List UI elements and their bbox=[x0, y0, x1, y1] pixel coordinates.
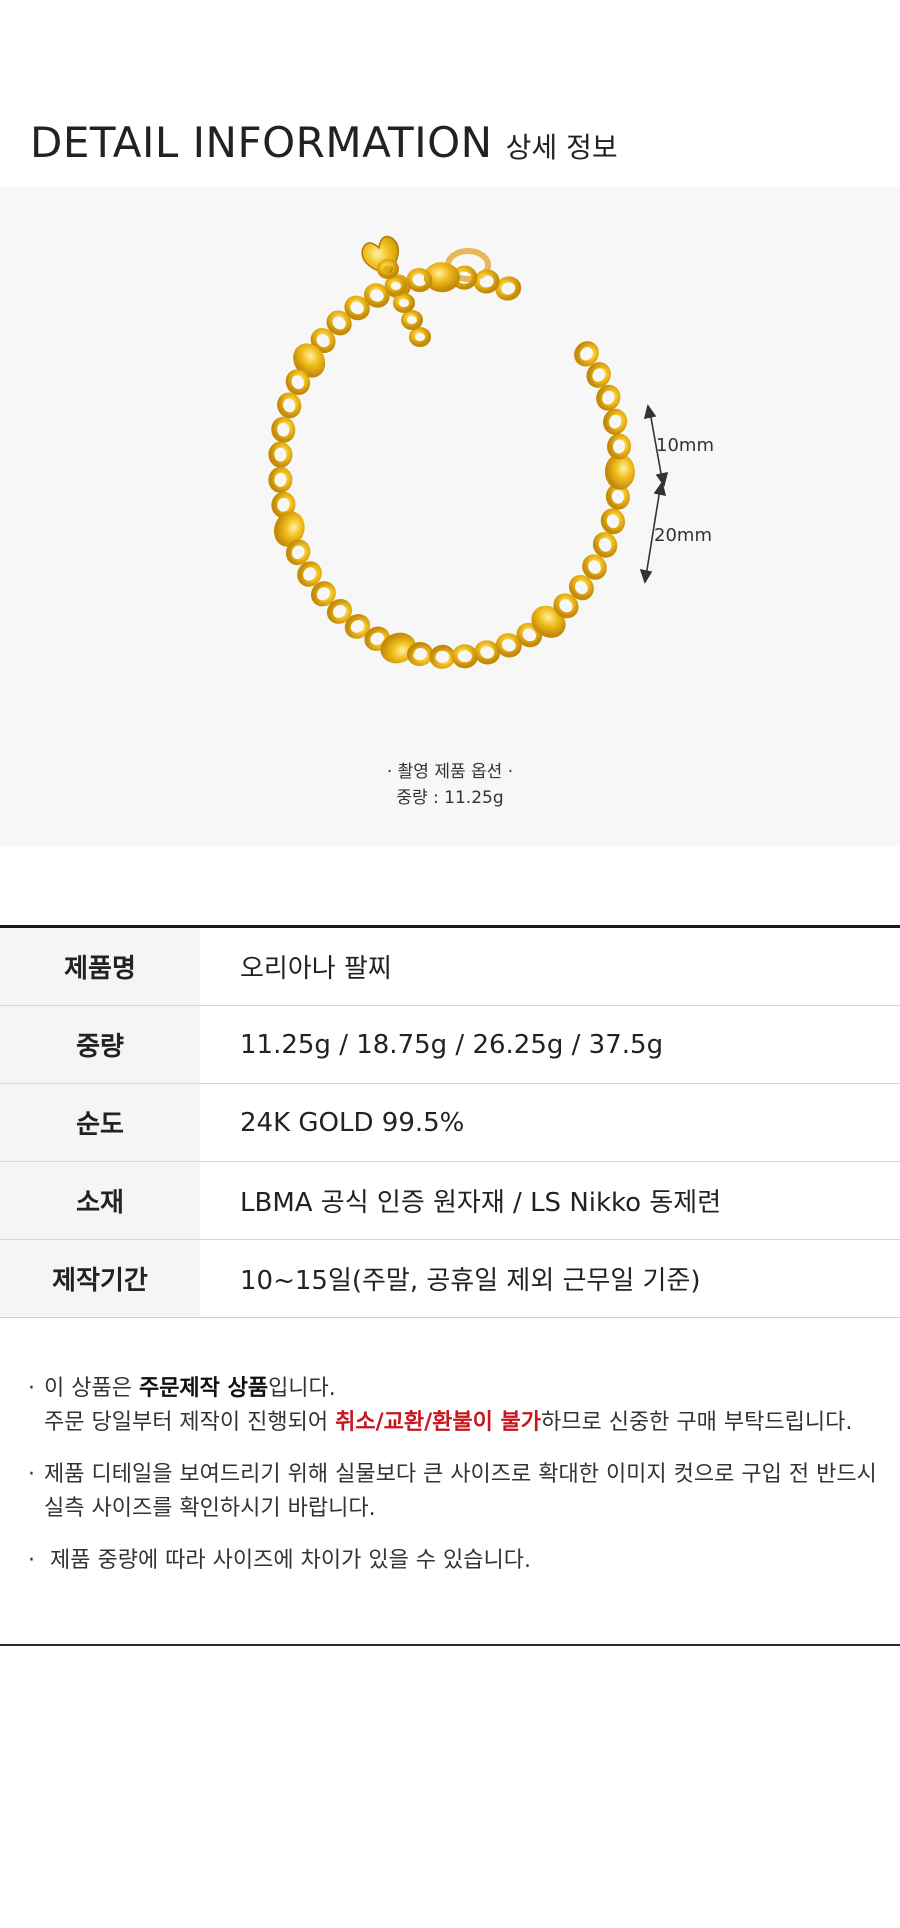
notice-text: 하므로 신중한 구매 부탁드립니다. bbox=[540, 1410, 853, 1435]
chain-link bbox=[451, 644, 478, 669]
chain-link bbox=[277, 392, 302, 419]
spec-value: 24K GOLD 99.5% bbox=[240, 1107, 465, 1138]
chain-link bbox=[600, 508, 625, 535]
chain-link bbox=[604, 453, 635, 490]
notice-item-custom-order: · 이 상품은 주문제작 상품입니다. 주문 당일부터 제작이 진행되어 취소/… bbox=[28, 1372, 878, 1440]
spec-row-name: 제품명 오리아나 팔찌 bbox=[0, 928, 900, 1005]
bottom-divider bbox=[0, 1644, 900, 1646]
spec-label: 순도 bbox=[0, 1084, 200, 1161]
dimension-label-large: 20mm bbox=[654, 525, 712, 546]
chain-link bbox=[409, 327, 431, 347]
chain-link bbox=[268, 466, 293, 493]
chain-link bbox=[429, 644, 456, 669]
dimension-label-small: 10mm bbox=[656, 435, 714, 456]
chain-link bbox=[385, 276, 407, 296]
notice-list: · 이 상품은 주문제작 상품입니다. 주문 당일부터 제작이 진행되어 취소/… bbox=[28, 1372, 878, 1596]
chain-link bbox=[407, 641, 433, 667]
notice-item-weight: · 제품 중량에 따라 사이즈에 차이가 있을 수 있습니다. bbox=[28, 1544, 878, 1578]
spec-label: 제품명 bbox=[0, 928, 200, 1005]
chain-link bbox=[406, 268, 433, 293]
chain-link bbox=[268, 441, 293, 468]
photo-caption-title: · 촬영 제품 옵션 · bbox=[386, 762, 514, 782]
spec-row-material: 소재 LBMA 공식 인증 원자재 / LS Nikko 동제련 bbox=[0, 1161, 900, 1239]
bullet: · bbox=[28, 1548, 35, 1573]
spec-value: 오리아나 팔찌 bbox=[240, 954, 392, 984]
bracelet-illustration bbox=[268, 235, 669, 669]
chain-link bbox=[401, 310, 423, 330]
product-photo: 10mm 20mm · 촬영 제품 옵션 · 중량 : 11.25g bbox=[0, 187, 900, 846]
chain-link bbox=[586, 362, 611, 388]
notice-warning: 취소/교환/환불이 불가 bbox=[335, 1410, 541, 1435]
notice-emphasis: 주문제작 상품 bbox=[138, 1376, 269, 1401]
title-english: DETAIL INFORMATION bbox=[30, 118, 493, 167]
spec-label: 제작기간 bbox=[0, 1240, 200, 1317]
chain-link bbox=[473, 269, 500, 294]
title-korean: 상세 정보 bbox=[505, 131, 618, 164]
notice-text: 제품 중량에 따라 사이즈에 차이가 있을 수 있습니다. bbox=[50, 1548, 531, 1573]
spec-value: 10~15일(주말, 공휴일 제외 근무일 기준) bbox=[240, 1266, 701, 1296]
spec-label: 중량 bbox=[0, 1006, 200, 1083]
chain-link bbox=[603, 408, 628, 435]
notice-text: 주문 당일부터 제작이 진행되어 bbox=[44, 1410, 336, 1435]
spec-row-weight: 중량 11.25g / 18.75g / 26.25g / 37.5g bbox=[0, 1005, 900, 1083]
chain-link bbox=[271, 416, 296, 443]
notice-text: 제품 디테일을 보여드리기 위해 실물보다 큰 사이즈로 확대한 이미지 컷으로… bbox=[44, 1462, 877, 1487]
spec-row-purity: 순도 24K GOLD 99.5% bbox=[0, 1083, 900, 1161]
chain-link bbox=[393, 293, 415, 313]
notice-text: 입니다. bbox=[268, 1376, 336, 1401]
spec-table: 제품명 오리아나 팔찌 중량 11.25g / 18.75g / 26.25g … bbox=[0, 925, 900, 1318]
spec-label: 소재 bbox=[0, 1162, 200, 1239]
dimension-arrows bbox=[639, 404, 669, 584]
notice-text: 실측 사이즈를 확인하시기 바랍니다. bbox=[44, 1496, 376, 1521]
chain-link bbox=[592, 532, 618, 558]
bullet: · bbox=[28, 1376, 35, 1401]
notice-text: 이 상품은 bbox=[44, 1376, 139, 1401]
section-title: DETAIL INFORMATION 상세 정보 bbox=[30, 118, 618, 167]
photo-caption-weight: 중량 : 11.25g bbox=[396, 788, 504, 808]
chain-link bbox=[474, 640, 501, 665]
spec-value: 11.25g / 18.75g / 26.25g / 37.5g bbox=[240, 1029, 664, 1060]
notice-item-size: · 제품 디테일을 보여드리기 위해 실물보다 큰 사이즈로 확대한 이미지 컷… bbox=[28, 1458, 878, 1526]
chain-link bbox=[606, 433, 632, 460]
chain-link bbox=[531, 605, 566, 638]
chain-link bbox=[596, 384, 621, 411]
spec-value: LBMA 공식 인증 원자재 / LS Nikko 동제련 bbox=[240, 1188, 722, 1218]
spec-row-production-period: 제작기간 10~15일(주말, 공휴일 제외 근무일 기준) bbox=[0, 1239, 900, 1317]
bullet: · bbox=[28, 1462, 35, 1487]
